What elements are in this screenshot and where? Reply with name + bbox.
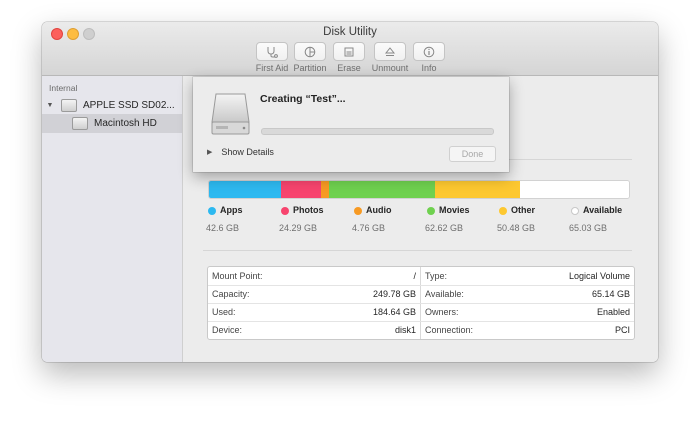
usage-segment-audio	[321, 181, 330, 198]
usage-segment-other	[434, 181, 520, 198]
info-label: Device:	[212, 325, 243, 335]
info-value: disk1	[394, 325, 416, 335]
info-label: Info	[421, 63, 437, 73]
info-row-type: Type: Logical Volume	[421, 267, 634, 285]
info-label: Type:	[425, 271, 448, 281]
info-value: Logical Volume	[568, 271, 630, 281]
window-title: Disk Utility	[323, 26, 377, 38]
available-dot-icon	[571, 207, 579, 215]
usage-segment-movies	[329, 181, 435, 198]
sidebar-item-disk[interactable]: ▼ APPLE SSD SD02...	[42, 96, 182, 114]
legend-other-name: Other	[511, 205, 536, 215]
legend-available-value: 65.03 GB	[569, 223, 608, 233]
apps-dot-icon	[208, 207, 216, 215]
movies-dot-icon	[427, 207, 435, 215]
legend-apps-value: 42.6 GB	[206, 223, 240, 233]
legend-available-name: Available	[583, 205, 623, 215]
legend-photos-name: Photos	[293, 205, 324, 215]
legend-audio-value: 4.76 GB	[352, 223, 386, 233]
creating-volume-sheet: Creating “Test”... ▶ Show Details Done	[193, 77, 509, 172]
divider	[203, 250, 632, 251]
info-value: Enabled	[596, 307, 630, 317]
hard-drive-icon	[61, 98, 77, 112]
partition-button[interactable]: Partition	[293, 42, 327, 73]
sidebar-item-volume[interactable]: Macintosh HD	[42, 114, 182, 133]
info-label: Used:	[212, 307, 236, 317]
legend-apps-name: Apps	[220, 205, 243, 215]
info-label: Mount Point:	[212, 271, 263, 281]
volume-info-table: Mount Point: / Capacity: 249.78 GB Used:…	[207, 266, 635, 340]
sidebar-volume-label: Macintosh HD	[94, 118, 157, 129]
eject-icon	[374, 42, 406, 61]
legend-photos-value: 24.29 GB	[279, 223, 318, 233]
titlebar: Disk Utility First Aid Partition Erase U…	[42, 22, 658, 76]
info-value: PCI	[614, 325, 630, 335]
disk-utility-window: Disk Utility First Aid Partition Erase U…	[42, 22, 658, 362]
sheet-title: Creating “Test”...	[260, 93, 346, 105]
sidebar-disk-label: APPLE SSD SD02...	[83, 99, 175, 111]
usage-segment-available	[519, 181, 629, 198]
info-label: Available:	[425, 289, 464, 299]
disclosure-triangle-icon[interactable]: ▶	[207, 148, 212, 156]
photos-dot-icon	[281, 207, 289, 215]
sidebar-section-internal: Internal	[49, 83, 78, 93]
drive-icon	[210, 92, 251, 136]
info-label: Owners:	[425, 307, 459, 317]
info-row-available: Available: 65.14 GB	[421, 285, 634, 303]
info-row-device: Device: disk1	[208, 321, 420, 339]
erase-icon	[333, 42, 365, 61]
show-details-label: Show Details	[221, 147, 274, 157]
stethoscope-icon	[256, 42, 288, 61]
legend-movies-value: 62.62 GB	[425, 223, 464, 233]
info-value: /	[413, 271, 416, 281]
done-button[interactable]: Done	[449, 146, 496, 162]
unmount-button[interactable]: Unmount	[372, 42, 408, 73]
info-row-connection: Connection: PCI	[421, 321, 634, 339]
audio-dot-icon	[354, 207, 362, 215]
info-button[interactable]: Info	[412, 42, 446, 73]
usage-segment-photos	[280, 181, 322, 198]
legend-other-value: 50.48 GB	[497, 223, 536, 233]
sidebar: Internal ▼ APPLE SSD SD02... Macintosh H…	[42, 76, 183, 362]
first-aid-button[interactable]: First Aid	[255, 42, 289, 73]
progress-bar	[261, 128, 494, 135]
info-icon	[413, 42, 445, 61]
usage-segment-apps	[209, 181, 281, 198]
disclosure-triangle-icon[interactable]: ▼	[43, 102, 57, 109]
show-details-toggle[interactable]: ▶ Show Details	[207, 147, 274, 157]
erase-button[interactable]: Erase	[332, 42, 366, 73]
info-row-mount-point: Mount Point: /	[208, 267, 420, 285]
info-value: 65.14 GB	[591, 289, 630, 299]
info-value: 249.78 GB	[372, 289, 416, 299]
volume-icon	[72, 117, 88, 130]
info-row-owners: Owners: Enabled	[421, 303, 634, 321]
info-row-used: Used: 184.64 GB	[208, 303, 420, 321]
info-label: Capacity:	[212, 289, 250, 299]
legend-movies-name: Movies	[439, 205, 470, 215]
info-row-capacity: Capacity: 249.78 GB	[208, 285, 420, 303]
legend-audio-name: Audio	[366, 205, 392, 215]
info-value: 184.64 GB	[372, 307, 416, 317]
pie-icon	[294, 42, 326, 61]
other-dot-icon	[499, 207, 507, 215]
info-label: Connection:	[425, 325, 474, 335]
storage-usage-bar	[208, 180, 630, 199]
